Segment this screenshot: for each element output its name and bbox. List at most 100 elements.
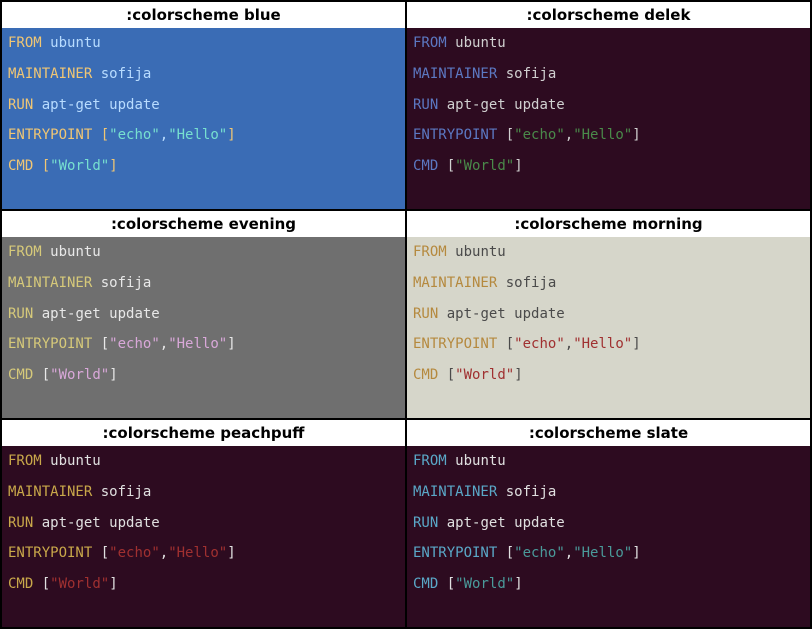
token-bracket: [ xyxy=(42,576,50,592)
token-keyword: CMD xyxy=(413,576,438,592)
token-string: "World" xyxy=(455,367,514,383)
code-line: ENTRYPOINT ["echo","Hello"] xyxy=(413,333,804,356)
code-line: FROM ubuntu xyxy=(8,450,399,473)
token-identifier xyxy=(33,97,41,113)
code-line: CMD ["World"] xyxy=(413,364,804,387)
blank-line xyxy=(413,264,804,272)
token-bracket: [ xyxy=(42,367,50,383)
token-identifier xyxy=(33,576,41,592)
token-identifier: ubuntu xyxy=(455,35,506,51)
token-keyword: MAINTAINER xyxy=(413,484,497,500)
code-line: ENTRYPOINT ["echo","Hello"] xyxy=(8,542,399,565)
token-string: "echo" xyxy=(109,127,160,143)
blank-line xyxy=(8,326,399,334)
blank-line xyxy=(413,356,804,364)
scheme-title-slate: :colorscheme slate xyxy=(407,420,810,446)
token-bracket: ] xyxy=(109,158,117,174)
code-line: FROM ubuntu xyxy=(8,241,399,264)
token-bracket: [ xyxy=(447,576,455,592)
scheme-panel-evening: :colorscheme eveningFROM ubuntuMAINTAINE… xyxy=(1,210,406,419)
code-line: RUN apt-get update xyxy=(8,94,399,117)
token-identifier: ubuntu xyxy=(50,244,101,260)
token-identifier xyxy=(92,275,100,291)
token-keyword: CMD xyxy=(413,158,438,174)
code-line: CMD ["World"] xyxy=(413,573,804,596)
token-bracket: ] xyxy=(227,127,235,143)
token-string: "World" xyxy=(455,576,514,592)
token-identifier: sofija xyxy=(506,275,557,291)
token-bracket: [ xyxy=(506,336,514,352)
token-identifier xyxy=(92,336,100,352)
blank-line xyxy=(413,86,804,94)
token-identifier xyxy=(42,244,50,260)
token-identifier xyxy=(438,367,446,383)
token-identifier xyxy=(447,35,455,51)
code-block-evening: FROM ubuntuMAINTAINER sofijaRUN apt-get … xyxy=(2,237,405,418)
token-identifier xyxy=(438,515,446,531)
scheme-panel-delek: :colorscheme delekFROM ubuntuMAINTAINER … xyxy=(406,1,811,210)
code-line: FROM ubuntu xyxy=(413,32,804,55)
code-line: RUN apt-get update xyxy=(8,303,399,326)
token-identifier xyxy=(92,127,100,143)
token-keyword: ENTRYPOINT xyxy=(413,545,497,561)
token-identifier xyxy=(497,545,505,561)
blank-line xyxy=(8,535,399,543)
blank-line xyxy=(413,473,804,481)
token-string: "echo" xyxy=(514,336,565,352)
token-string: "Hello" xyxy=(573,336,632,352)
token-identifier: apt-get update xyxy=(42,97,160,113)
token-keyword: FROM xyxy=(8,244,42,260)
token-string: "echo" xyxy=(514,127,565,143)
token-string: "Hello" xyxy=(168,127,227,143)
token-identifier: apt-get update xyxy=(447,306,565,322)
scheme-panel-morning: :colorscheme morningFROM ubuntuMAINTAINE… xyxy=(406,210,811,419)
token-string: "echo" xyxy=(109,336,160,352)
token-string: "Hello" xyxy=(168,545,227,561)
token-bracket: ] xyxy=(632,127,640,143)
token-identifier: ubuntu xyxy=(455,453,506,469)
code-line: RUN apt-get update xyxy=(413,512,804,535)
token-bracket: ] xyxy=(514,367,522,383)
token-keyword: FROM xyxy=(413,244,447,260)
token-comma: , xyxy=(565,336,573,352)
blank-line xyxy=(8,356,399,364)
token-identifier xyxy=(33,367,41,383)
token-string: "Hello" xyxy=(573,127,632,143)
token-keyword: ENTRYPOINT xyxy=(8,545,92,561)
colorscheme-grid: :colorscheme blueFROM ubuntuMAINTAINER s… xyxy=(1,1,811,628)
code-line: MAINTAINER sofija xyxy=(8,63,399,86)
token-string: "Hello" xyxy=(573,545,632,561)
token-keyword: CMD xyxy=(8,576,33,592)
token-bracket: ] xyxy=(109,576,117,592)
token-keyword: ENTRYPOINT xyxy=(8,127,92,143)
token-keyword: ENTRYPOINT xyxy=(413,127,497,143)
token-keyword: RUN xyxy=(8,306,33,322)
code-line: CMD ["World"] xyxy=(8,364,399,387)
scheme-title-blue: :colorscheme blue xyxy=(2,2,405,28)
token-bracket: ] xyxy=(514,158,522,174)
token-string: "World" xyxy=(50,158,109,174)
blank-line xyxy=(413,504,804,512)
scheme-title-peachpuff: :colorscheme peachpuff xyxy=(2,420,405,446)
token-bracket: [ xyxy=(506,127,514,143)
token-identifier xyxy=(438,97,446,113)
token-keyword: FROM xyxy=(8,35,42,51)
token-identifier xyxy=(33,515,41,531)
code-line: CMD ["World"] xyxy=(8,573,399,596)
token-keyword: MAINTAINER xyxy=(8,484,92,500)
token-keyword: FROM xyxy=(413,35,447,51)
blank-line xyxy=(413,535,804,543)
token-identifier: sofija xyxy=(101,66,152,82)
code-line: FROM ubuntu xyxy=(413,450,804,473)
code-line: CMD ["World"] xyxy=(413,155,804,178)
code-line: MAINTAINER sofija xyxy=(413,63,804,86)
token-identifier xyxy=(42,35,50,51)
blank-line xyxy=(413,147,804,155)
token-identifier: sofija xyxy=(101,484,152,500)
token-identifier xyxy=(497,66,505,82)
scheme-panel-blue: :colorscheme blueFROM ubuntuMAINTAINER s… xyxy=(1,1,406,210)
token-identifier xyxy=(438,576,446,592)
token-identifier xyxy=(438,306,446,322)
token-identifier xyxy=(497,336,505,352)
code-block-peachpuff: FROM ubuntuMAINTAINER sofijaRUN apt-get … xyxy=(2,446,405,627)
